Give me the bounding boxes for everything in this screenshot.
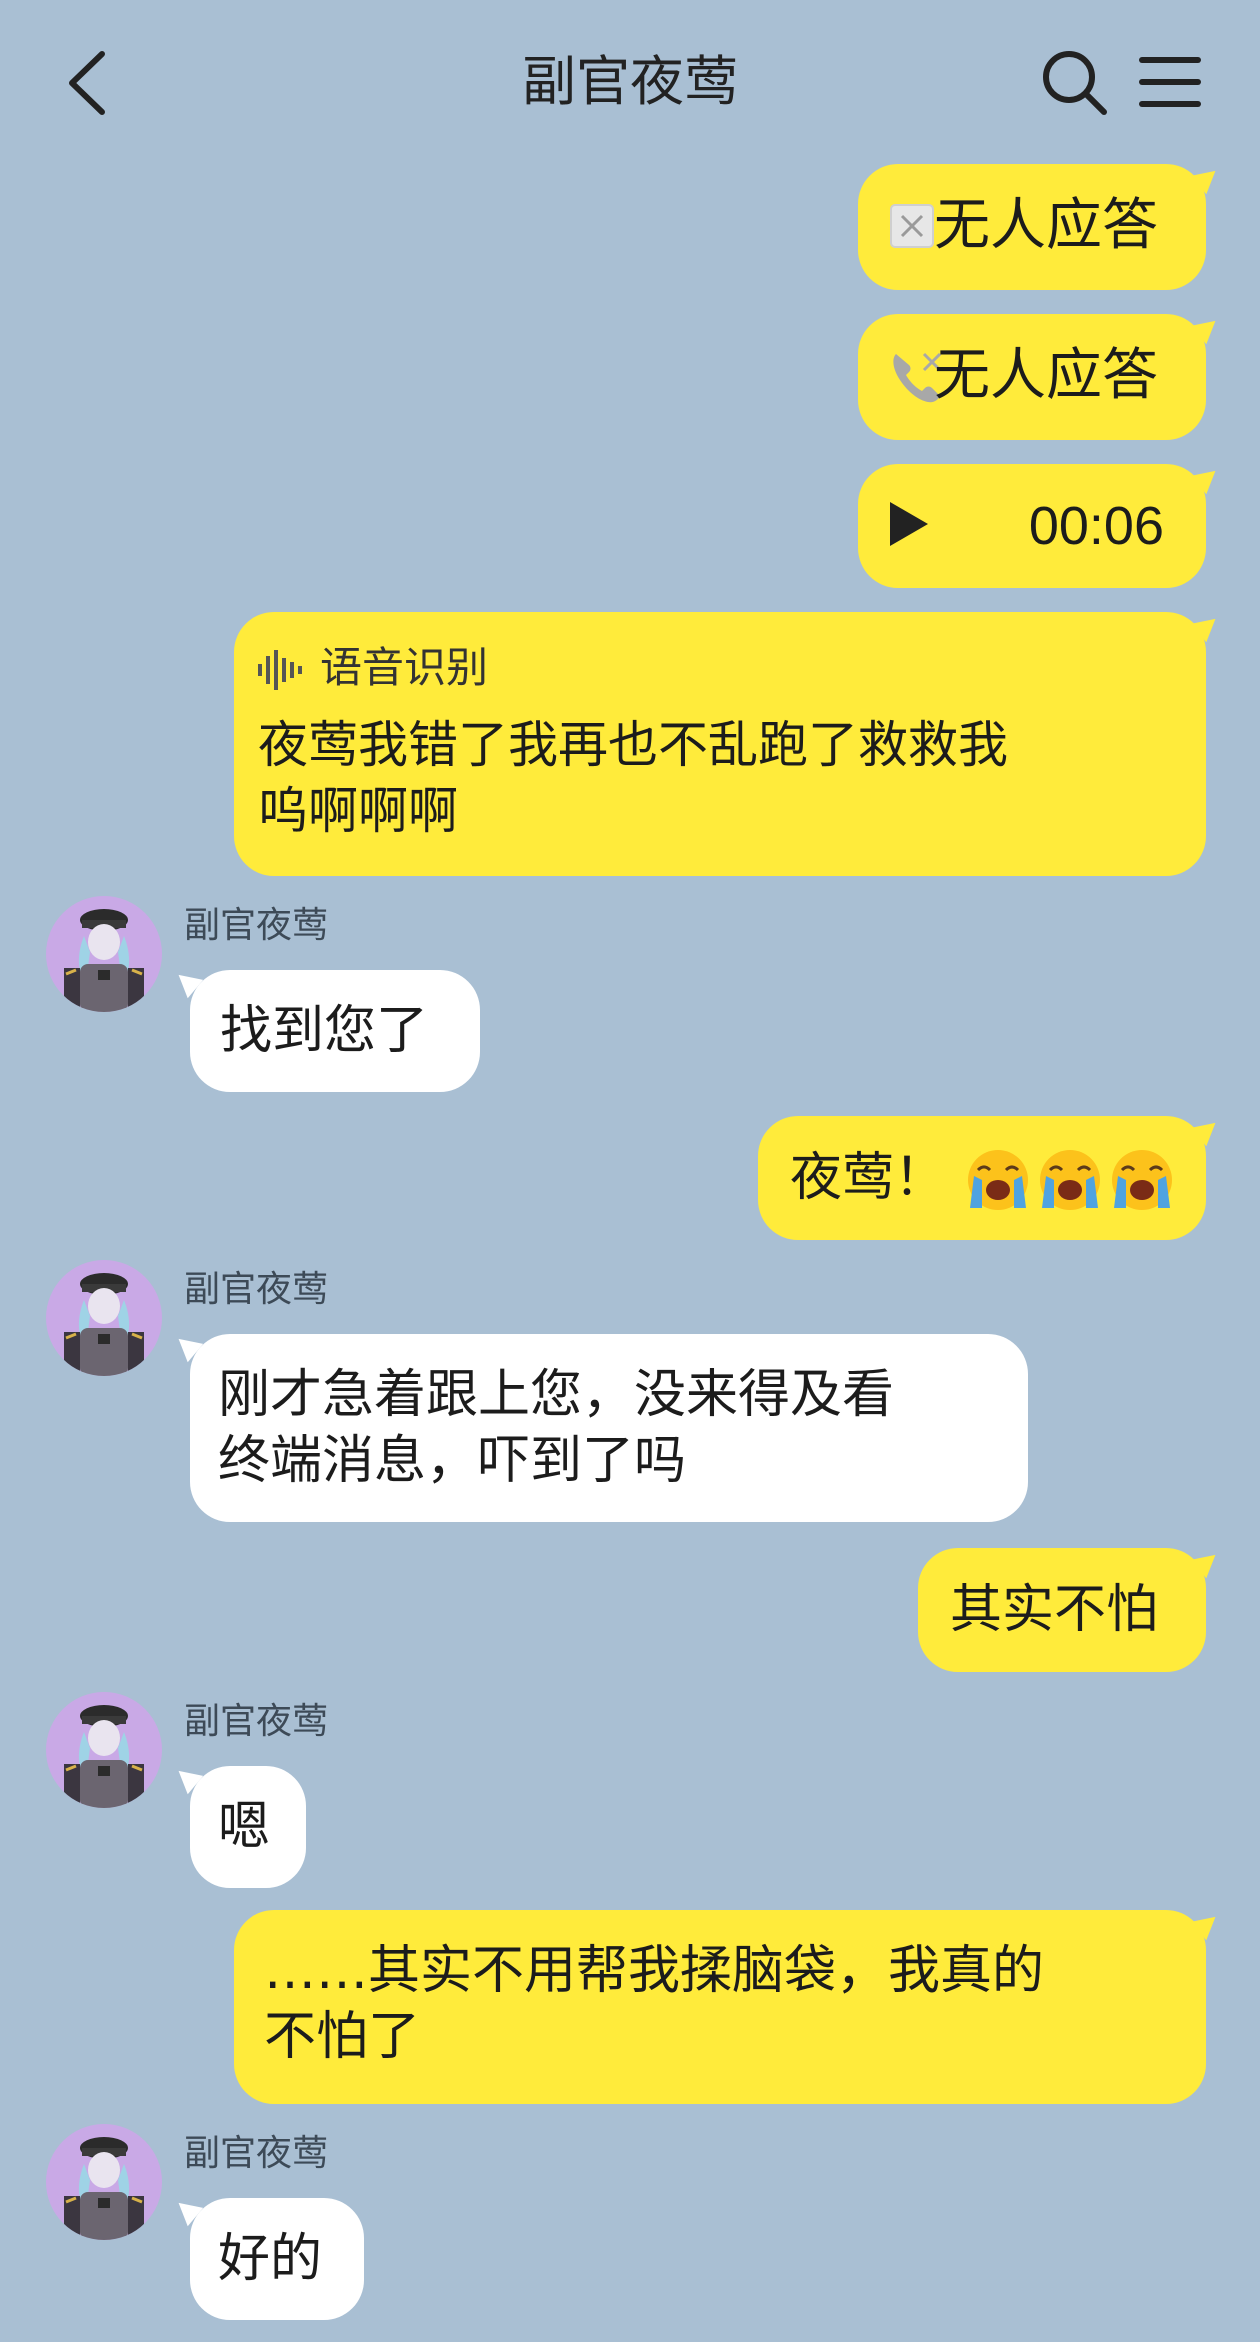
outgoing-message[interactable]: 夜莺！ xyxy=(758,1116,1206,1240)
avatar-image xyxy=(64,2137,144,2240)
message-text-line-1: ……其实不用帮我揉脑袋，我真的 xyxy=(264,1941,1045,2001)
play-icon[interactable] xyxy=(888,500,930,548)
avatar[interactable] xyxy=(46,1260,162,1376)
sender-name: 副官夜莺 xyxy=(184,1701,329,1742)
message-text-line-2: 不怕了 xyxy=(264,2007,421,2067)
message-text-line-1: 刚才急着跟上您，没来得及看 xyxy=(218,1365,895,1425)
avatar[interactable] xyxy=(46,896,162,1012)
incoming-message[interactable]: 找到您了 xyxy=(190,970,480,1092)
search-icon[interactable] xyxy=(1040,48,1110,118)
outgoing-message[interactable]: ……其实不用帮我揉脑袋，我真的 不怕了 xyxy=(234,1910,1206,2104)
message-text: 其实不怕 xyxy=(950,1580,1159,1640)
loudly-crying-face-emoji xyxy=(1040,1150,1100,1210)
call-status-text: 无人应答 xyxy=(934,343,1158,408)
transcript-text-line-2: 呜啊啊啊 xyxy=(258,782,458,840)
hamburger-menu-icon[interactable] xyxy=(1138,52,1202,112)
loudly-crying-face-emoji xyxy=(968,1150,1028,1210)
avatar[interactable] xyxy=(46,2124,162,2240)
sender-name: 副官夜莺 xyxy=(184,905,329,946)
incoming-message[interactable]: 刚才急着跟上您，没来得及看 终端消息，吓到了吗 xyxy=(190,1334,1028,1522)
message-text: 找到您了 xyxy=(220,1001,429,1061)
incoming-message[interactable]: 嗯 xyxy=(190,1766,306,1888)
message-text: 好的 xyxy=(218,2229,323,2289)
sender-name: 副官夜莺 xyxy=(184,1269,329,1310)
video-call-missed-icon xyxy=(890,204,934,248)
avatar-image xyxy=(64,1705,144,1808)
sound-wave-icon xyxy=(258,650,302,690)
avatar-image xyxy=(64,1273,144,1376)
message-text-line-2: 终端消息，吓到了吗 xyxy=(218,1431,687,1491)
loudly-crying-face-emoji xyxy=(1112,1150,1172,1210)
voice-message[interactable]: 00:06 xyxy=(858,464,1206,588)
chat-header: 副官夜莺 xyxy=(0,0,1260,160)
voice-duration: 00:06 xyxy=(1028,496,1164,556)
message-text: 嗯 xyxy=(218,1797,271,1857)
sender-name: 副官夜莺 xyxy=(184,2133,329,2174)
voice-transcript-message[interactable]: 语音识别 夜莺我错了我再也不乱跑了救救我 呜啊啊啊 xyxy=(234,612,1206,876)
avatar[interactable] xyxy=(46,1692,162,1808)
incoming-message[interactable]: 好的 xyxy=(190,2198,364,2320)
voice-call-message[interactable]: 无人应答 xyxy=(858,314,1206,440)
outgoing-message[interactable]: 其实不怕 xyxy=(918,1548,1206,1672)
call-status-text: 无人应答 xyxy=(934,193,1158,258)
transcript-text-line-1: 夜莺我错了我再也不乱跑了救救我 xyxy=(258,716,1008,774)
transcript-label: 语音识别 xyxy=(320,643,489,692)
message-text: 夜莺！ xyxy=(790,1148,947,1208)
avatar-image xyxy=(64,909,144,1012)
video-call-message[interactable]: 无人应答 xyxy=(858,164,1206,290)
